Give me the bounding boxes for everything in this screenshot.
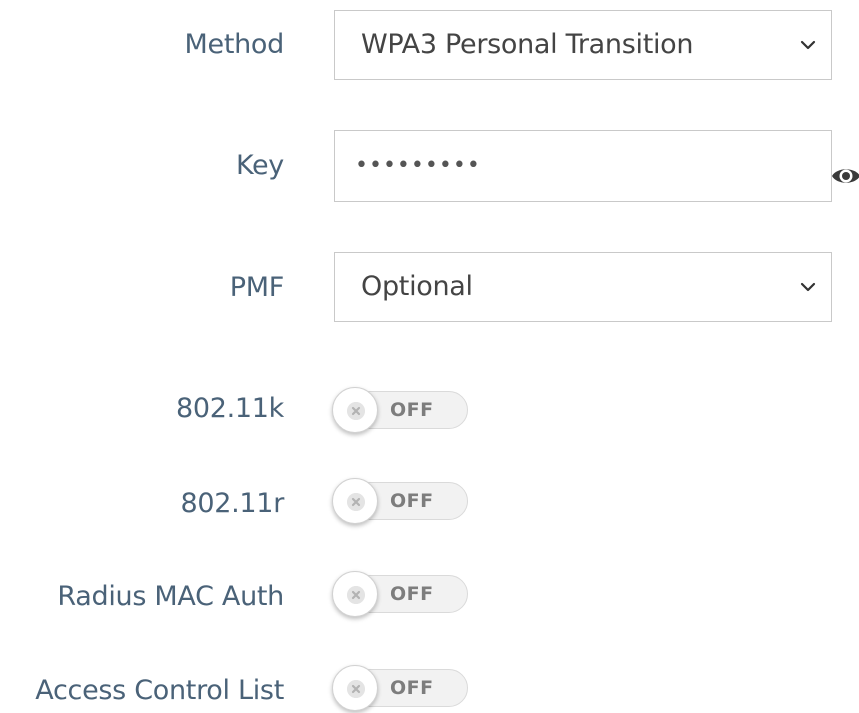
chevron-down-icon [800, 40, 816, 50]
key-input[interactable]: ••••••••• [334, 130, 832, 202]
close-icon [347, 586, 365, 604]
toggle-knob [332, 571, 378, 617]
toggle-knob [332, 387, 378, 433]
toggle-state-text: OFF [390, 490, 434, 512]
toggle-label-80211r: 802.11r [180, 488, 285, 519]
toggle-access-control-list[interactable]: OFF [332, 665, 470, 711]
close-icon [347, 493, 365, 511]
method-select[interactable]: WPA3 Personal Transition [334, 10, 832, 80]
chevron-down-icon [800, 282, 816, 292]
eye-icon[interactable] [830, 163, 859, 189]
key-masked-value: ••••••••• [355, 153, 481, 178]
key-label: Key [235, 150, 284, 181]
wireless-security-form: Method WPA3 Personal Transition Key ••••… [0, 0, 859, 713]
toggle-state-text: OFF [390, 399, 434, 421]
close-icon [347, 402, 365, 420]
toggle-radius-mac-auth[interactable]: OFF [332, 571, 470, 617]
pmf-selected-value: Optional [361, 271, 473, 302]
toggle-80211k[interactable]: OFF [332, 387, 470, 433]
pmf-select[interactable]: Optional [334, 252, 832, 322]
toggle-state-text: OFF [390, 677, 434, 699]
method-selected-value: WPA3 Personal Transition [361, 29, 694, 60]
toggle-label-80211k: 802.11k [175, 393, 284, 424]
toggle-label-radius-mac-auth: Radius MAC Auth [57, 581, 284, 612]
toggle-80211r[interactable]: OFF [332, 478, 470, 524]
close-icon [347, 680, 365, 698]
pmf-label: PMF [229, 272, 285, 303]
toggle-label-access-control-list: Access Control List [35, 675, 284, 706]
method-label: Method [184, 29, 285, 60]
toggle-state-text: OFF [390, 583, 434, 605]
toggle-knob [332, 478, 378, 524]
toggle-knob [332, 665, 378, 711]
